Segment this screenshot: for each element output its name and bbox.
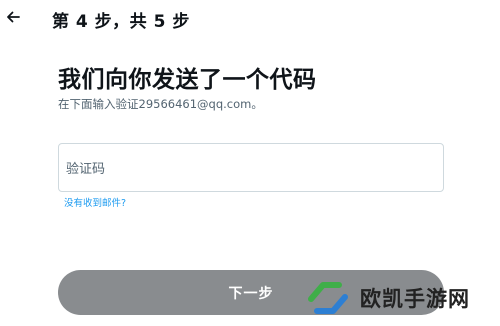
watermark-logo-icon (300, 273, 356, 323)
back-button[interactable] (0, 4, 26, 30)
verification-code-input[interactable]: 验证码 (58, 143, 444, 192)
next-button-label: 下一步 (228, 285, 274, 302)
page-title: 我们向你发送了一个代码 (58, 67, 317, 93)
top-bar: 第 4 步，共 5 步 (0, 0, 500, 38)
back-arrow-icon (7, 11, 20, 23)
instruction-text: 在下面输入验证29566461@qq.com。 (58, 97, 263, 111)
no-email-received-link[interactable]: 没有收到邮件? (64, 195, 126, 209)
watermark: 欧凯手游网 (300, 270, 500, 326)
page: 第 4 步，共 5 步 我们向你发送了一个代码 在下面输入验证29566461@… (0, 0, 500, 326)
step-indicator: 第 4 步，共 5 步 (52, 12, 190, 32)
verification-code-label: 验证码 (66, 162, 106, 177)
watermark-text: 欧凯手游网 (360, 287, 470, 311)
